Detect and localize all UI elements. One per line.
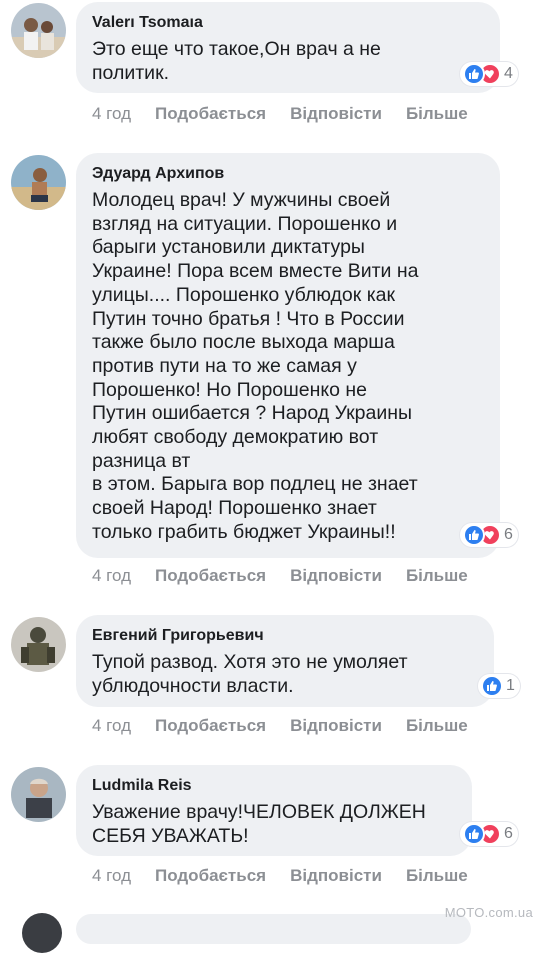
comment-actions: 4 год Подобається Відповісти Більше <box>92 566 492 586</box>
avatar[interactable] <box>11 767 66 822</box>
watermark: MOTO.com.ua <box>444 905 533 920</box>
like-reaction-icon <box>481 675 503 697</box>
like-button[interactable]: Подобається <box>155 566 266 586</box>
like-reaction-icon <box>463 823 485 845</box>
avatar-photo-icon <box>11 3 66 58</box>
comment-time[interactable]: 4 год <box>92 866 131 886</box>
like-button[interactable]: Подобається <box>155 716 266 736</box>
comment-text: Тупой развод. Хотя это не умоляет ублюдо… <box>92 651 408 697</box>
comment-text: Это еще что такое,Он врач а не политик. <box>92 38 381 84</box>
avatar-photo-icon <box>11 617 66 672</box>
like-button[interactable]: Подобається <box>155 866 266 886</box>
like-button[interactable]: Подобається <box>155 104 266 124</box>
more-button[interactable]: Більше <box>406 566 468 586</box>
comment-bubble: Эдуард Архипов Молодец врач! У мужчины с… <box>76 153 500 558</box>
avatar-photo-icon <box>11 767 66 822</box>
avatar-photo-icon <box>11 155 66 210</box>
reaction-count: 6 <box>504 526 513 543</box>
more-button[interactable]: Більше <box>406 104 468 124</box>
comment-time[interactable]: 4 год <box>92 104 131 124</box>
comment-actions: 4 год Подобається Відповісти Більше <box>92 866 492 886</box>
avatar[interactable] <box>11 155 66 210</box>
reaction-summary[interactable]: 4 <box>460 61 518 87</box>
reaction-count: 4 <box>504 65 513 82</box>
reply-button[interactable]: Відповісти <box>290 716 382 736</box>
comment-time[interactable]: 4 год <box>92 716 131 736</box>
like-reaction-icon <box>463 63 485 85</box>
comment-actions: 4 год Подобається Відповісти Більше <box>92 716 492 736</box>
reaction-count: 6 <box>504 825 513 842</box>
reaction-summary[interactable]: 1 <box>478 673 520 699</box>
comment-text: Молодец врач! У мужчины своей взгляд на … <box>92 189 419 543</box>
comment-bubble: Евгений Григорьевич Тупой развод. Хотя э… <box>76 615 494 707</box>
comment-time[interactable]: 4 год <box>92 566 131 586</box>
comment-author[interactable]: Евгений Григорьевич <box>92 626 478 645</box>
comment-author[interactable]: Valerı Tsomaıa <box>92 13 484 32</box>
avatar[interactable] <box>11 3 66 58</box>
reaction-count: 1 <box>506 677 515 694</box>
reply-button[interactable]: Відповісти <box>290 566 382 586</box>
comment-text: Уважение врачу!ЧЕЛОВЕК ДОЛЖЕН СЕБЯ УВАЖА… <box>92 801 426 847</box>
comment-author[interactable]: Ludmila Reis <box>92 776 456 795</box>
like-reaction-icon <box>463 524 485 546</box>
reply-button[interactable]: Відповісти <box>290 104 382 124</box>
comment-author[interactable]: Эдуард Архипов <box>92 164 484 183</box>
reply-button[interactable]: Відповісти <box>290 866 382 886</box>
comment-bubble: Valerı Tsomaıa Это еще что такое,Он врач… <box>76 2 500 93</box>
avatar[interactable] <box>11 617 66 672</box>
comment-actions: 4 год Подобається Відповісти Більше <box>92 104 492 124</box>
comment-bubble <box>76 914 471 944</box>
reaction-summary[interactable]: 6 <box>460 821 518 847</box>
reaction-summary[interactable]: 6 <box>460 522 518 548</box>
more-button[interactable]: Більше <box>406 866 468 886</box>
comment-bubble: Ludmila Reis Уважение врачу!ЧЕЛОВЕК ДОЛЖ… <box>76 765 472 856</box>
avatar[interactable] <box>22 913 62 953</box>
more-button[interactable]: Більше <box>406 716 468 736</box>
